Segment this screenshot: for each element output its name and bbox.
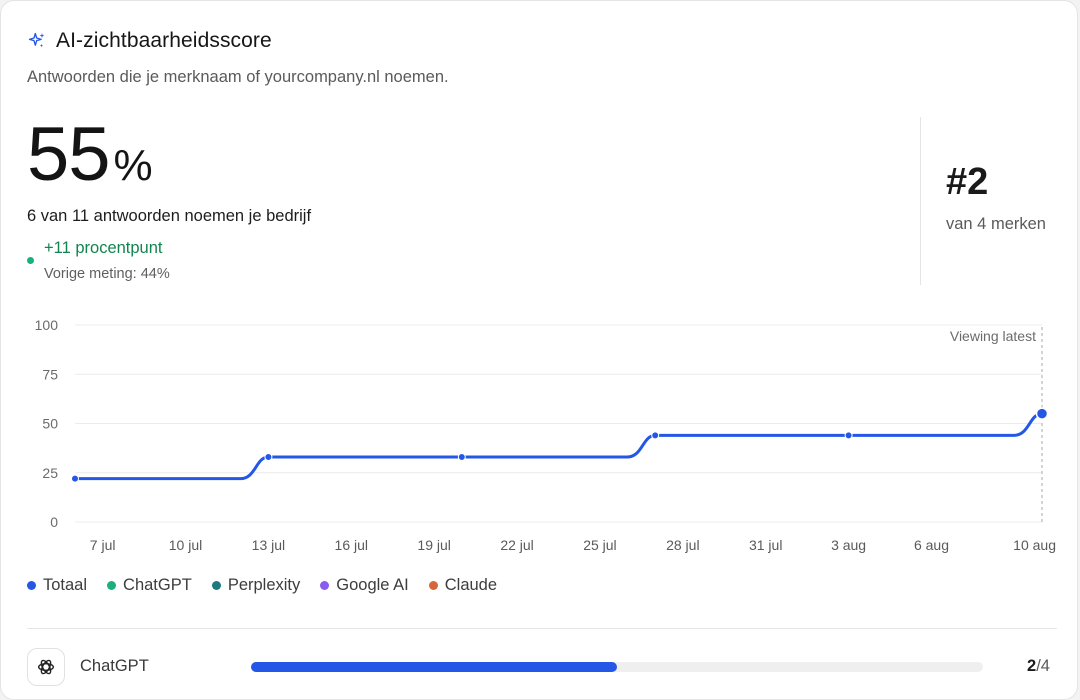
x-tick-label: 10 jul — [169, 537, 202, 553]
legend-item[interactable]: Google AI — [320, 576, 409, 595]
x-tick-label: 28 jul — [666, 537, 699, 553]
card-header: AI-zichtbaarheidsscore — [27, 29, 272, 53]
x-tick-label: 25 jul — [583, 537, 616, 553]
engine-progress-track — [251, 662, 983, 672]
legend-label: Perplexity — [227, 576, 301, 594]
section-divider — [27, 628, 1057, 629]
card-subtitle: Antwoorden die je merknaam of yourcompan… — [27, 68, 449, 86]
engine-score: 2/4 — [1027, 657, 1050, 676]
score-value: 55 — [27, 112, 111, 197]
data-point — [457, 452, 466, 461]
mentions-text: 6 van 11 antwoorden noemen je bedrijf — [27, 207, 312, 225]
y-tick-label: 100 — [35, 317, 59, 333]
visibility-line-chart[interactable]: 100 75 50 25 0 7 jul 10 jul 13 jul 16 jul 19 jul 2… — [1, 301, 1080, 571]
rank-subtext: van 4 merken — [946, 215, 1046, 233]
x-tick-label: 13 jul — [252, 537, 285, 553]
data-point — [71, 474, 79, 483]
rank-value: #2 — [946, 161, 989, 203]
x-tick-label: 6 aug — [914, 537, 949, 553]
engine-score-value: 2 — [1027, 657, 1037, 675]
engine-score-total: /4 — [1036, 657, 1050, 675]
previous-measurement: Vorige meting: 44% — [44, 266, 170, 282]
legend-label: Google AI — [336, 576, 409, 594]
visibility-score-card: AI-zichtbaarheidsscore Antwoorden die je… — [0, 0, 1078, 700]
legend-item[interactable]: ChatGPT — [107, 576, 192, 595]
legend-dot — [27, 581, 36, 590]
x-tick-label: 3 aug — [831, 537, 866, 553]
legend-label: Claude — [444, 576, 498, 594]
y-tick-label: 0 — [50, 514, 58, 530]
x-tick-label: 7 jul — [90, 537, 116, 553]
x-tick-label: 16 jul — [335, 537, 368, 553]
sparkle-icon — [28, 32, 45, 48]
engine-name: ChatGPT — [80, 657, 149, 675]
legend-item[interactable]: Perplexity — [211, 576, 301, 595]
score-change: +11 procentpunt — [44, 239, 163, 257]
x-tick-label: 31 jul — [749, 537, 782, 553]
x-tick-label: 10 aug — [1013, 537, 1056, 553]
engine-logo-box — [27, 648, 65, 686]
card-title: AI-zichtbaarheidsscore — [56, 29, 272, 52]
y-tick-label: 25 — [42, 465, 58, 481]
x-tick-label: 22 jul — [500, 537, 533, 553]
engine-progress-fill — [251, 662, 617, 672]
latest-annotation: Viewing latest — [950, 328, 1036, 344]
data-point — [651, 431, 660, 440]
legend-label: Totaal — [43, 576, 88, 594]
y-tick-label: 50 — [42, 416, 58, 432]
chart-legend: Totaal ChatGPT Perplexity Google AI Claude — [27, 576, 517, 595]
legend-dot — [107, 581, 117, 590]
data-point — [844, 431, 853, 440]
legend-dot — [320, 581, 330, 590]
change-indicator-dot — [27, 257, 34, 264]
vertical-divider — [920, 117, 921, 285]
legend-item[interactable]: Totaal — [27, 576, 87, 595]
legend-item[interactable]: Claude — [428, 576, 498, 595]
legend-dot — [211, 581, 221, 590]
data-point — [1035, 407, 1049, 420]
y-tick-label: 75 — [42, 366, 58, 382]
score-display: 55 % — [27, 111, 153, 199]
x-tick-label: 19 jul — [417, 537, 450, 553]
legend-dot — [428, 581, 438, 590]
score-unit: % — [113, 141, 153, 190]
legend-label: ChatGPT — [123, 576, 192, 594]
data-point — [264, 452, 273, 461]
